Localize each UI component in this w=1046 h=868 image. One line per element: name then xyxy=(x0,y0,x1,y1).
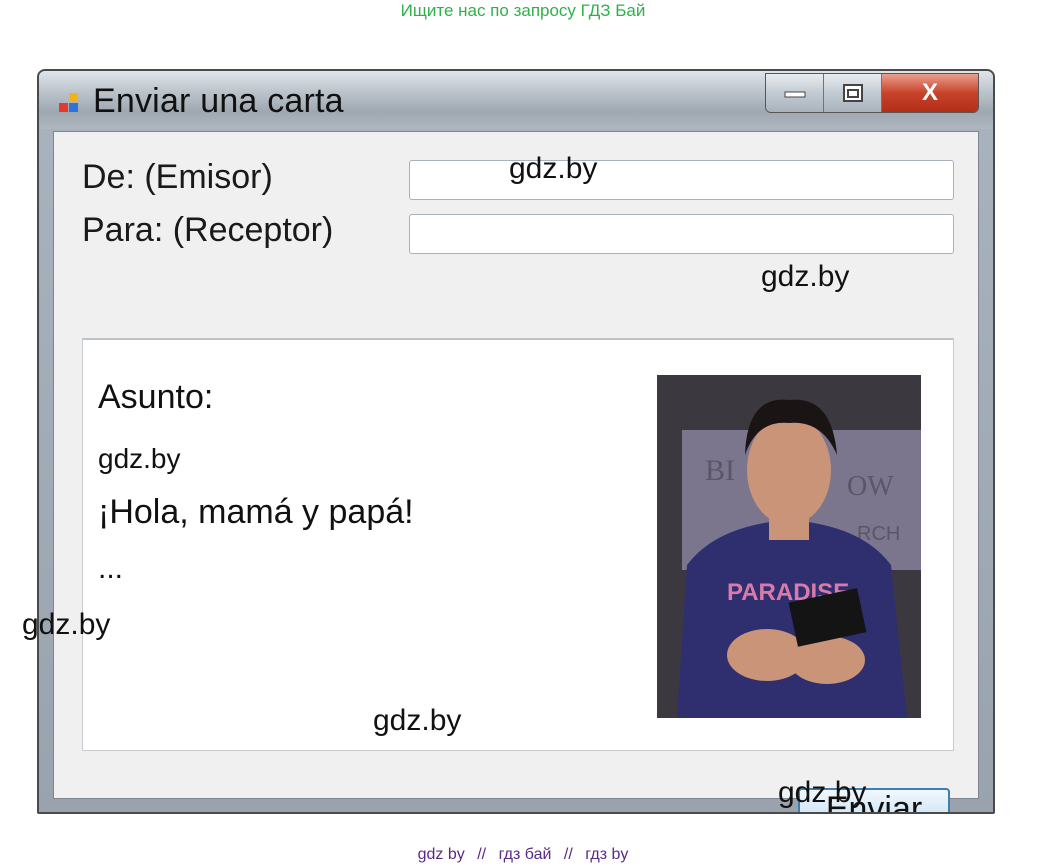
app-icon xyxy=(59,93,85,115)
watermark: gdz.by xyxy=(373,704,462,737)
watermark: gdz.by xyxy=(761,260,850,293)
footer-link[interactable]: гдз бай xyxy=(499,846,552,863)
promo-note: Ищите нас по запросу ГДЗ Бай xyxy=(400,1,646,20)
watermark: gdz.by xyxy=(509,152,598,185)
subject-label: Asunto: xyxy=(98,378,214,416)
message-line-2: ¡Hola, mamá y papá! xyxy=(98,493,414,531)
portrait-photo: BI OW RCH PARADISE xyxy=(657,375,921,718)
message-line-3: ... xyxy=(98,552,124,585)
minimize-icon xyxy=(784,91,805,98)
watermark: gdz.by xyxy=(22,608,111,641)
message-panel[interactable]: Asunto: gdz.by ¡Hola, mamá y papá! ... B… xyxy=(82,338,954,751)
from-input[interactable] xyxy=(409,160,954,200)
footer-link[interactable]: гдз by xyxy=(585,846,628,863)
footer-separator: // xyxy=(563,846,573,863)
footer-links: gdz by // гдз бай // гдз by xyxy=(0,845,1046,865)
footer-link[interactable]: gdz by xyxy=(418,846,465,863)
to-input[interactable] xyxy=(409,214,954,254)
caption-buttons: X xyxy=(765,73,979,113)
from-label: De: (Emisor) xyxy=(82,158,273,196)
svg-text:BI: BI xyxy=(705,454,735,487)
close-icon: X xyxy=(921,79,938,106)
window-title: Enviar una carta xyxy=(93,82,344,120)
close-button[interactable]: X xyxy=(882,74,978,112)
footer-separator: // xyxy=(477,846,487,863)
to-label: Para: (Receptor) xyxy=(82,211,334,249)
watermark: gdz.by xyxy=(778,776,867,809)
maximize-icon xyxy=(842,84,863,102)
svg-text:OW: OW xyxy=(847,471,894,502)
minimize-button[interactable] xyxy=(766,74,824,112)
message-line-1: gdz.by xyxy=(98,443,181,474)
maximize-button[interactable] xyxy=(824,74,882,112)
portrait-image: BI OW RCH PARADISE xyxy=(657,375,921,718)
client-area: De: (Emisor) Para: (Receptor) Asunto: gd… xyxy=(53,131,979,812)
title-bar[interactable]: Enviar una carta X xyxy=(39,71,993,129)
